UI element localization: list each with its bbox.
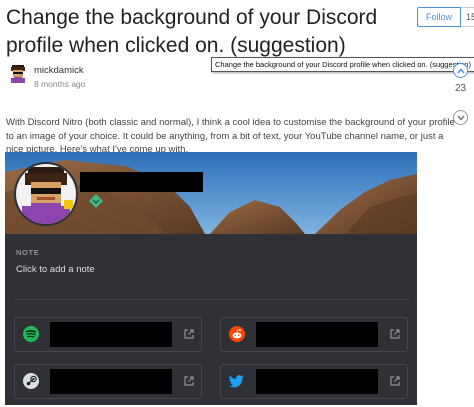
connection-spotify[interactable] <box>14 317 202 352</box>
nitro-badge-icon <box>89 194 103 208</box>
connection-twitter[interactable] <box>220 364 408 399</box>
follower-count: 15 <box>461 7 474 27</box>
steam-icon <box>23 373 39 389</box>
connection-reddit[interactable] <box>220 317 408 352</box>
redacted-account-name <box>50 322 172 347</box>
external-link-icon[interactable] <box>184 329 194 339</box>
spotify-icon <box>23 326 39 342</box>
follow-button[interactable]: Follow <box>417 7 462 27</box>
redacted-account-name <box>50 369 172 394</box>
follow-group: Follow 15 <box>417 7 474 27</box>
chevron-up-icon <box>456 67 465 73</box>
redacted-username <box>80 172 203 192</box>
title-tooltip: Change the background of your Discord pr… <box>211 57 474 72</box>
reddit-icon <box>229 326 245 342</box>
pixel-avatar-icon <box>16 164 76 224</box>
redacted-account-name <box>256 322 378 347</box>
divider <box>13 299 409 300</box>
external-link-icon[interactable] <box>390 376 400 386</box>
external-link-icon[interactable] <box>184 376 194 386</box>
author-avatar[interactable] <box>8 63 28 85</box>
author-name[interactable]: mickdamick <box>34 65 84 76</box>
upvote-button[interactable] <box>453 63 468 78</box>
redacted-account-name <box>256 369 378 394</box>
post-title: Change the background of your Discord pr… <box>6 6 378 57</box>
note-label: NOTE <box>16 248 40 257</box>
profile-avatar[interactable] <box>14 162 78 226</box>
connection-steam[interactable] <box>14 364 202 399</box>
note-input[interactable]: Click to add a note <box>16 264 95 275</box>
pixel-avatar-icon <box>11 65 25 83</box>
profile-card-image: NOTE Click to add a note <box>5 152 417 405</box>
vote-count: 23 <box>454 83 467 94</box>
external-link-icon[interactable] <box>390 329 400 339</box>
post-body: With Discord Nitro (both classic and nor… <box>6 117 455 156</box>
twitter-icon <box>229 375 244 388</box>
post-time: 8 months ago <box>34 79 86 89</box>
